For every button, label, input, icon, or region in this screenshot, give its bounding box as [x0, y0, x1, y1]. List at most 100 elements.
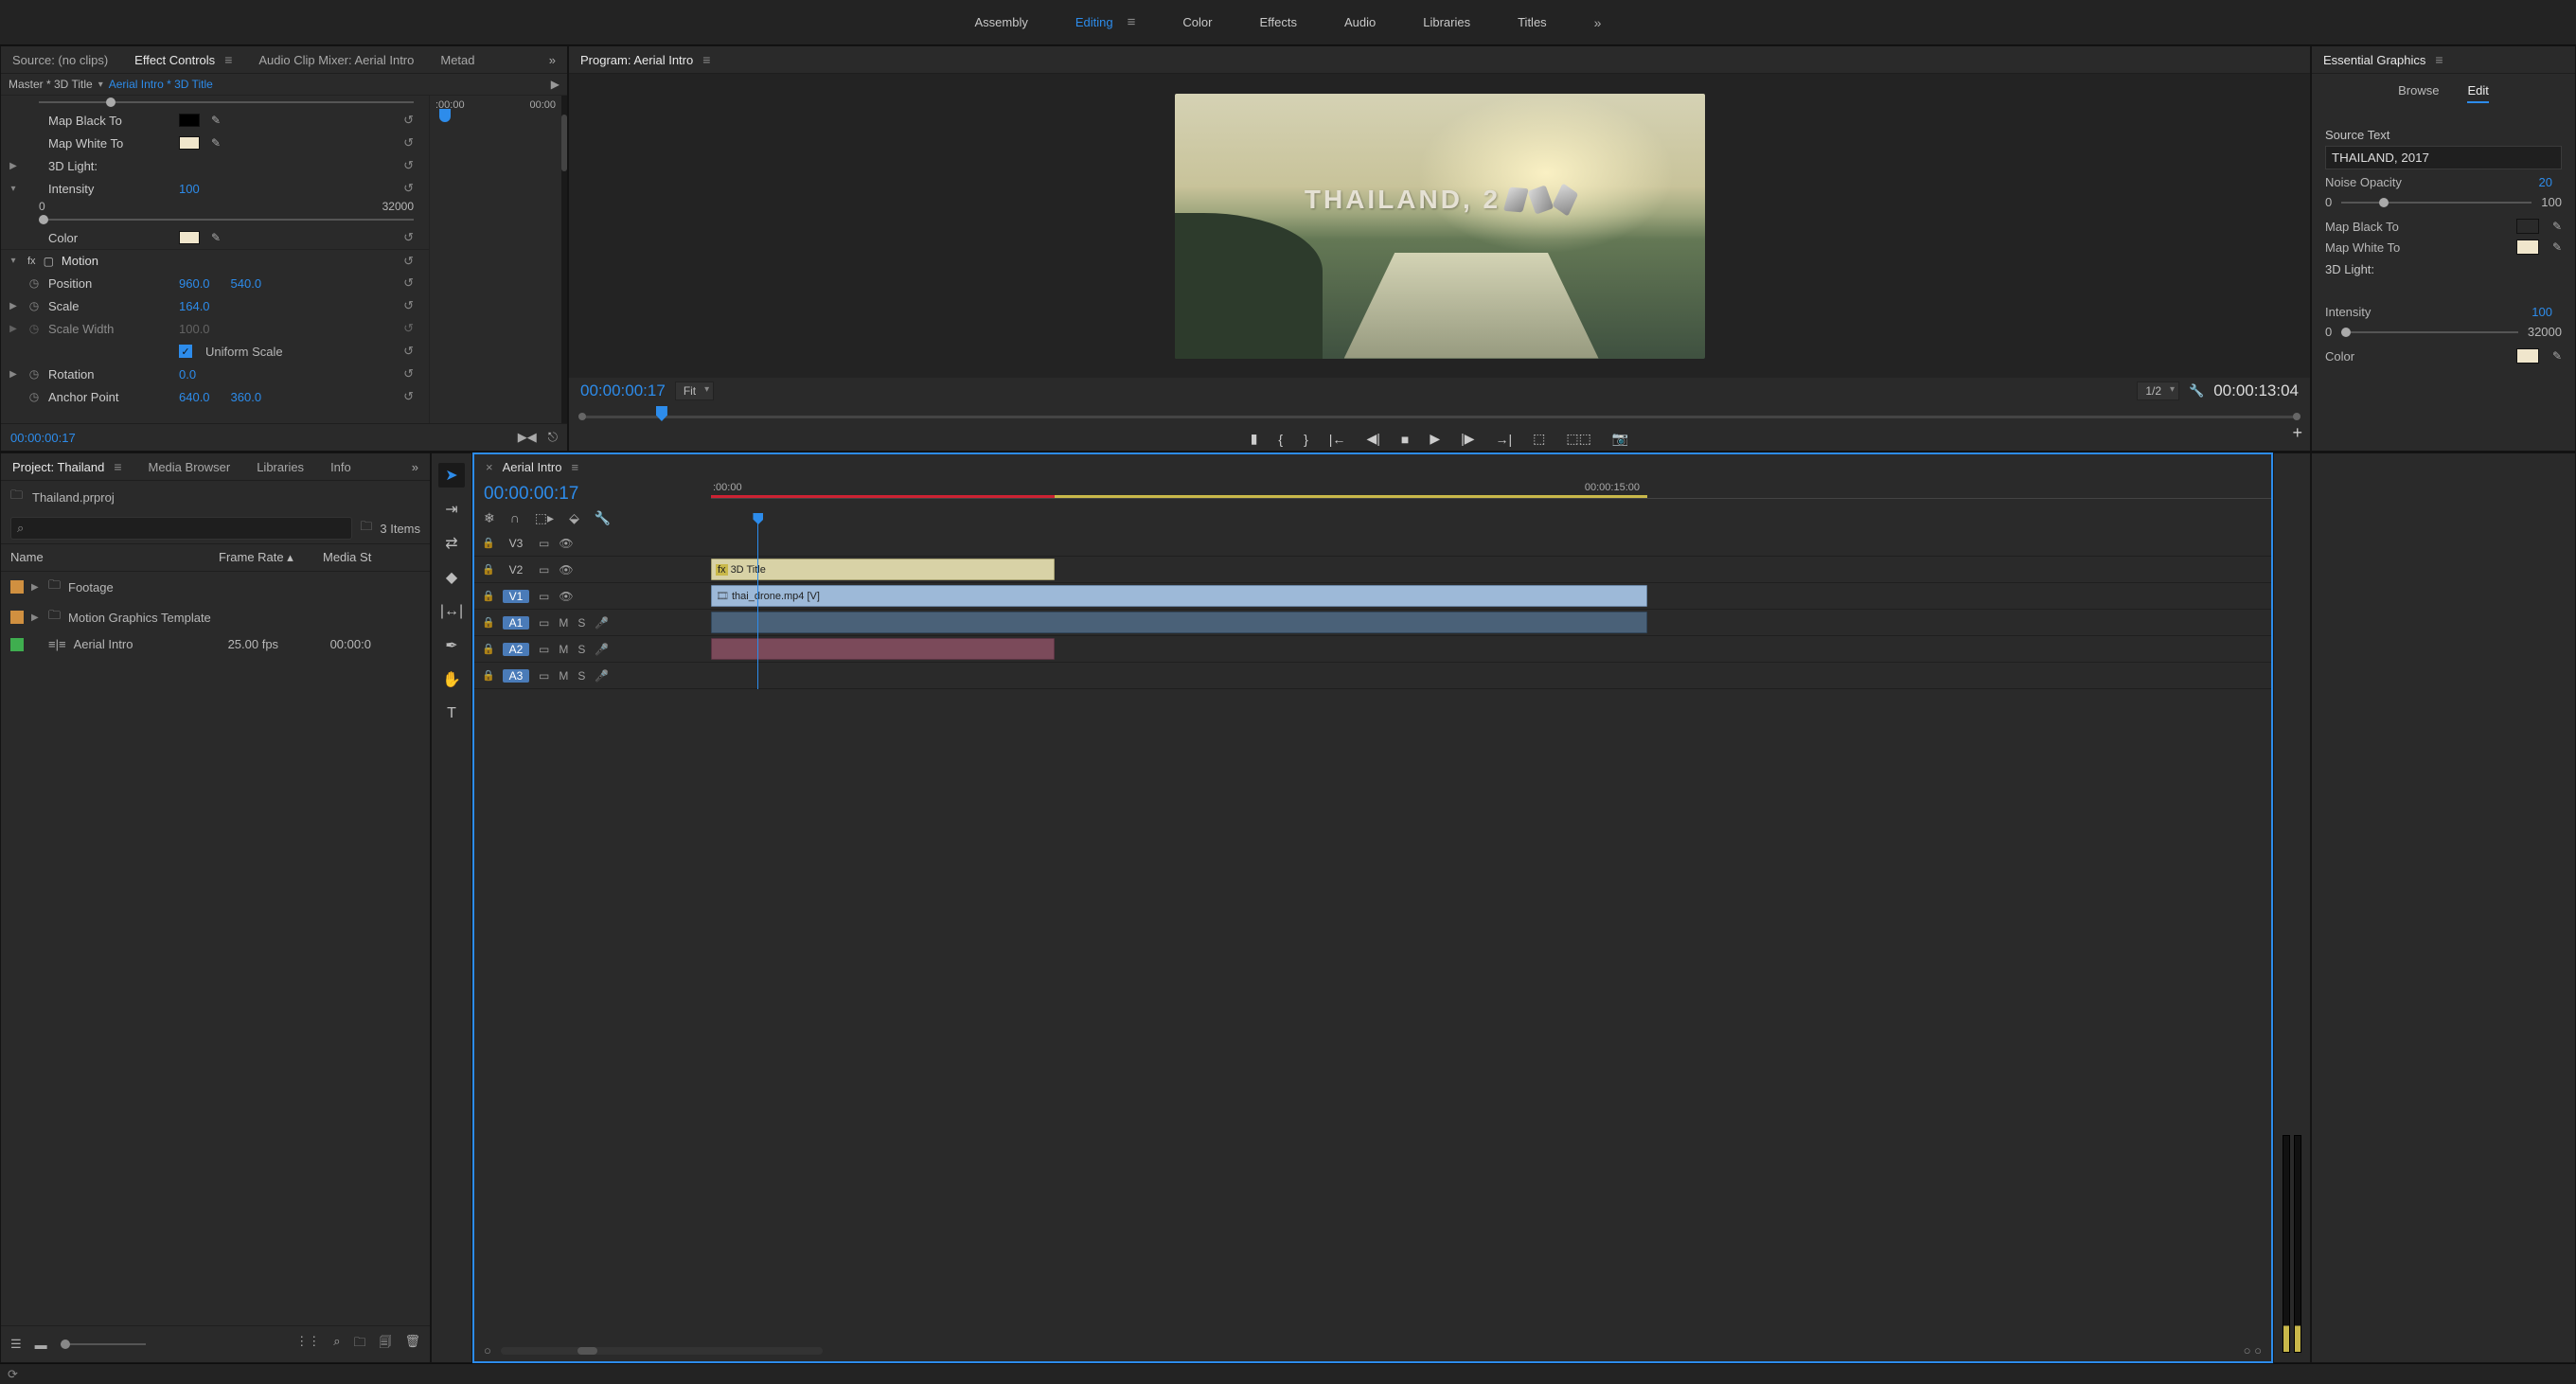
twirl-icon[interactable]: ▶	[7, 369, 20, 380]
reset-icon[interactable]: ↺	[403, 344, 423, 359]
project-tab[interactable]: Project: Thailand	[12, 460, 104, 474]
timeline-menu-icon[interactable]: ≡	[571, 460, 578, 474]
ripple-edit-tool[interactable]: ⇄	[438, 531, 465, 556]
mark-in-button[interactable]: {	[1278, 432, 1283, 447]
twirl-icon[interactable]: ▶	[7, 301, 20, 311]
info-tab[interactable]: Info	[330, 460, 351, 474]
eyedropper-icon[interactable]: ✎	[211, 114, 221, 127]
reset-icon[interactable]: ↺	[403, 181, 423, 196]
timeline-track-area[interactable]: fx3D Title 🎞thai_drone.mp4 [V]	[711, 530, 2271, 689]
timeline-timecode[interactable]: 00:00:00:17	[484, 484, 702, 505]
marker-icon[interactable]: ⬙	[569, 510, 579, 526]
eg-color-swatch[interactable]	[2516, 348, 2539, 364]
eg-browse-tab[interactable]: Browse	[2398, 83, 2439, 103]
effect-controls-menu-icon[interactable]: ≡	[224, 52, 232, 67]
workspace-color[interactable]: Color	[1182, 15, 1212, 29]
track-v3-header[interactable]: 🔒V3▭👁	[474, 530, 711, 557]
program-scrubber[interactable]	[569, 402, 2310, 425]
active-clip-label[interactable]: Aerial Intro * 3D Title	[109, 78, 213, 91]
reset-icon[interactable]: ↺	[403, 158, 423, 173]
new-item-button[interactable]: 🗐	[379, 1334, 391, 1355]
eg-intensity-value[interactable]: 100	[2532, 305, 2552, 319]
wrench-icon[interactable]: 🔧	[2189, 383, 2204, 399]
twirl-icon[interactable]: ▾	[7, 184, 20, 194]
effect-timeline[interactable]: :00:00 00:00	[429, 96, 561, 423]
motion-effect-label[interactable]: Motion	[62, 254, 185, 268]
eg-edit-tab[interactable]: Edit	[2467, 83, 2488, 103]
eg-map-black-swatch[interactable]	[2516, 219, 2539, 234]
project-search-input[interactable]: ⌕	[10, 517, 352, 540]
close-sequence-icon[interactable]: ×	[486, 460, 493, 474]
media-browser-tab[interactable]: Media Browser	[149, 460, 231, 474]
chevron-down-icon[interactable]: ▾	[98, 80, 103, 90]
sequence-aerial-intro[interactable]: ≡|≡ Aerial Intro 25.00 fps 00:00:0	[1, 632, 430, 656]
col-mediastart[interactable]: Media St	[323, 550, 420, 565]
reset-icon[interactable]: ↺	[403, 275, 423, 291]
track-a1-header[interactable]: 🔒A1▭MS🎤	[474, 610, 711, 636]
effect-controls-timecode[interactable]: 00:00:00:17	[10, 431, 76, 445]
project-menu-icon[interactable]: ≡	[114, 459, 121, 474]
step-forward-button[interactable]: |▶	[1461, 431, 1474, 447]
noise-opacity-value[interactable]: 20	[2539, 175, 2552, 189]
reset-icon[interactable]: ↺	[403, 366, 423, 381]
lift-button[interactable]: ⬚	[1533, 431, 1545, 447]
map-white-swatch[interactable]	[179, 136, 200, 150]
program-menu-icon[interactable]: ≡	[702, 52, 710, 67]
insert-mode-icon[interactable]: ❄	[484, 510, 495, 526]
libraries-tab[interactable]: Libraries	[257, 460, 304, 474]
loop-icon[interactable]: ▶◀	[518, 430, 537, 445]
mark-out-button[interactable]: }	[1304, 432, 1308, 447]
hand-tool[interactable]: ✋	[438, 667, 465, 692]
stopwatch-icon[interactable]: ◷	[27, 276, 41, 290]
anchor-x[interactable]: 640.0	[179, 390, 210, 404]
position-x[interactable]: 960.0	[179, 276, 210, 291]
twirl-icon[interactable]: ▶	[7, 161, 20, 171]
play-icon[interactable]: ▶	[551, 78, 560, 91]
workspace-libraries[interactable]: Libraries	[1423, 15, 1470, 29]
track-v1-header[interactable]: 🔒V1▭👁	[474, 583, 711, 610]
go-to-in-button[interactable]: |←	[1329, 432, 1346, 447]
eyedropper-icon[interactable]: ✎	[211, 231, 221, 244]
map-black-swatch[interactable]	[179, 114, 200, 127]
twirl-icon[interactable]: ▾	[7, 256, 20, 266]
play-button[interactable]: ▶	[1430, 431, 1440, 447]
timeline-ruler[interactable]: :00:00 00:00:15:00	[711, 482, 2271, 499]
extract-button[interactable]: ⬚⬚	[1566, 431, 1590, 447]
clip-video[interactable]: 🎞thai_drone.mp4 [V]	[711, 585, 1647, 607]
scroll-bar[interactable]	[561, 96, 567, 423]
icon-view-icon[interactable]: ▬	[35, 1338, 47, 1352]
trash-button[interactable]: 🗑	[404, 1334, 420, 1355]
tab-source[interactable]: Source: (no clips)	[12, 53, 108, 67]
eg-map-white-swatch[interactable]	[2516, 240, 2539, 255]
sort-icon[interactable]: ⋮⋮	[295, 1334, 320, 1355]
scale-value[interactable]: 164.0	[179, 299, 210, 313]
sync-icon[interactable]: ⟳	[8, 1367, 18, 1382]
stopwatch-icon[interactable]: ◷	[27, 367, 41, 381]
workspace-titles[interactable]: Titles	[1518, 15, 1547, 29]
reset-icon[interactable]: ↺	[403, 113, 423, 128]
eyedropper-icon[interactable]: ✎	[2552, 240, 2562, 254]
workspace-assembly[interactable]: Assembly	[975, 15, 1028, 29]
find-icon[interactable]: ⌕	[333, 1334, 340, 1355]
new-bin-icon[interactable]: 🗀	[360, 518, 372, 539]
workspace-effects[interactable]: Effects	[1259, 15, 1297, 29]
resolution-dropdown[interactable]: 1/2	[2137, 381, 2179, 400]
track-v2-header[interactable]: 🔒V2▭👁	[474, 557, 711, 583]
workspace-editing[interactable]: Editing	[1075, 15, 1113, 29]
slip-tool[interactable]: |↔|	[438, 599, 465, 624]
program-video-frame[interactable]: THAILAND, 2	[1175, 94, 1705, 359]
col-framerate[interactable]: Frame Rate ▴	[219, 550, 323, 565]
tab-metadata[interactable]: Metad	[440, 53, 474, 67]
essential-graphics-menu-icon[interactable]: ≡	[2435, 52, 2443, 67]
track-a3-header[interactable]: 🔒A3▭MS🎤	[474, 663, 711, 689]
rotation-value[interactable]: 0.0	[179, 367, 196, 381]
source-tabs-overflow-icon[interactable]: »	[549, 53, 556, 67]
stopwatch-icon[interactable]: ◷	[27, 299, 41, 312]
efc-playhead[interactable]	[439, 109, 451, 122]
reset-icon[interactable]: ↺	[403, 254, 423, 269]
program-playhead[interactable]	[656, 406, 667, 421]
workspace-menu-icon[interactable]: ≡	[1128, 14, 1136, 30]
thumbnail-size-slider[interactable]	[61, 1343, 146, 1345]
eyedropper-icon[interactable]: ✎	[211, 136, 221, 150]
stopwatch-icon[interactable]: ◷	[27, 390, 41, 403]
